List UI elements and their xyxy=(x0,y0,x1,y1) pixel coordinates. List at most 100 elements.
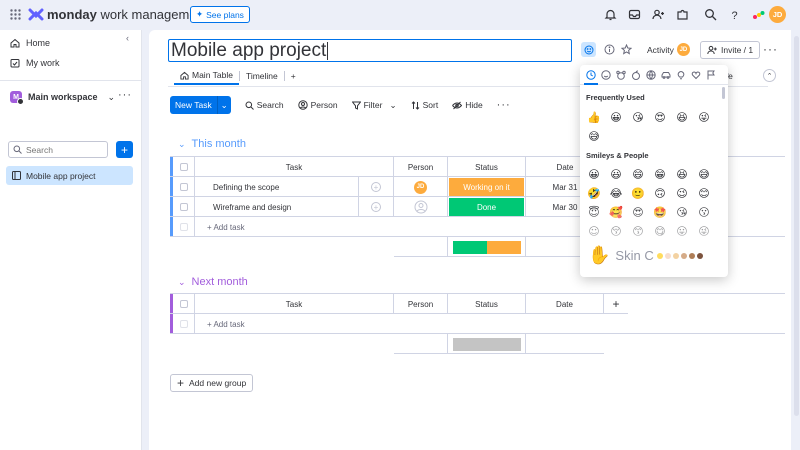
tab-main-table[interactable]: Main Table xyxy=(174,67,239,85)
add-new-group-button[interactable]: + Add new group xyxy=(170,374,254,392)
symbols-icon[interactable] xyxy=(689,68,702,81)
user-avatar[interactable]: JD xyxy=(769,6,786,23)
emoji-option[interactable]: 👍 xyxy=(586,109,602,125)
row-checkbox[interactable] xyxy=(173,314,195,334)
hide-button[interactable]: Hide xyxy=(452,100,483,110)
add-item-button[interactable]: + xyxy=(116,141,133,158)
chevron-down-icon[interactable]: ⌄ xyxy=(178,277,186,288)
emoji-picker-button[interactable] xyxy=(581,42,596,57)
sidebar-item-my-work[interactable]: My work xyxy=(10,58,60,68)
column-header-person[interactable]: Person xyxy=(394,294,448,314)
help-icon[interactable]: ? xyxy=(728,8,742,22)
sort-button[interactable]: Sort xyxy=(411,100,438,110)
collapse-header-button[interactable]: ⌃ xyxy=(763,69,776,82)
skin-tone-option[interactable] xyxy=(656,252,663,259)
collapse-sidebar-button[interactable]: ‹ xyxy=(126,33,138,45)
column-header-person[interactable]: Person xyxy=(394,157,448,177)
animal-icon[interactable] xyxy=(614,68,627,81)
sidebar-item-home[interactable]: Home xyxy=(10,38,50,48)
emoji-option[interactable]: 😅 xyxy=(696,166,712,182)
star-icon[interactable] xyxy=(621,44,632,55)
travel-car-icon[interactable] xyxy=(659,68,672,81)
status-cell[interactable]: Done xyxy=(448,197,526,217)
status-cell[interactable]: Working on it xyxy=(448,177,526,197)
emoji-option[interactable]: 😆 xyxy=(674,109,690,125)
emoji-option[interactable]: 😁 xyxy=(652,166,668,182)
skin-tone-option[interactable] xyxy=(664,252,671,259)
recent-clock-icon[interactable] xyxy=(584,68,597,81)
emoji-option[interactable]: 🙃 xyxy=(652,185,668,201)
emoji-option[interactable]: 😄 xyxy=(630,166,646,182)
add-view-button[interactable]: + xyxy=(285,67,302,85)
emoji-option[interactable]: 😀 xyxy=(608,109,624,125)
skin-tone-option[interactable] xyxy=(688,252,695,259)
add-update-button[interactable]: + xyxy=(359,177,394,197)
info-icon[interactable] xyxy=(604,44,615,55)
emoji-option[interactable]: 🙂 xyxy=(630,185,646,201)
task-name[interactable]: Wireframe and design xyxy=(195,197,359,217)
search-icon[interactable] xyxy=(704,8,718,22)
tab-timeline[interactable]: Timeline xyxy=(240,67,284,85)
bell-icon[interactable] xyxy=(604,8,618,22)
apps-grid-icon[interactable] xyxy=(10,9,21,20)
invite-button[interactable]: Invite / 1 xyxy=(700,41,761,59)
chevron-down-icon[interactable]: ⌄ xyxy=(178,139,186,150)
page-scrollbar-thumb[interactable] xyxy=(794,36,799,416)
emoji-option[interactable]: 😜 xyxy=(696,109,712,125)
new-task-button[interactable]: New Task ⌄ xyxy=(170,96,231,114)
sidebar-search-field[interactable] xyxy=(8,141,108,158)
emoji-option[interactable]: 😂 xyxy=(608,185,624,201)
emoji-option[interactable]: 😘 xyxy=(630,109,646,125)
workspace-selector[interactable]: M Main workspace ⌄ xyxy=(10,91,115,105)
smiley-icon[interactable] xyxy=(599,68,612,81)
board-more-icon[interactable]: ··· xyxy=(763,42,778,56)
emoji-option[interactable]: 😆 xyxy=(674,166,690,182)
board-title-input[interactable]: Mobile app project xyxy=(168,39,572,62)
column-header-status[interactable]: Status xyxy=(448,294,526,314)
emoji-option[interactable]: 😃 xyxy=(608,166,624,182)
emoji-option[interactable]: 😊 xyxy=(696,185,712,201)
sidebar-item-mobile-app-project[interactable]: Mobile app project xyxy=(6,166,133,185)
add-update-button[interactable]: + xyxy=(359,197,394,217)
flags-icon[interactable] xyxy=(704,68,717,81)
column-header-date[interactable]: Date xyxy=(526,294,604,314)
search-button[interactable]: Search xyxy=(245,100,284,110)
emoji-option[interactable]: 😉 xyxy=(674,185,690,201)
monday-products-icon[interactable] xyxy=(752,8,766,22)
select-all-checkbox[interactable] xyxy=(173,294,195,314)
column-header-task[interactable]: Task xyxy=(195,294,394,314)
row-checkbox[interactable] xyxy=(173,177,195,197)
food-icon[interactable] xyxy=(629,68,642,81)
filter-button[interactable]: Filter ⌄ xyxy=(351,100,397,111)
person-cell[interactable] xyxy=(394,197,448,217)
group-title-next-month[interactable]: ⌄ Next month xyxy=(178,276,248,288)
emoji-scrollbar[interactable] xyxy=(722,87,725,99)
emoji-option[interactable]: 😀 xyxy=(586,166,602,182)
column-header-status[interactable]: Status xyxy=(448,157,526,177)
workspace-more-icon[interactable]: ··· xyxy=(118,89,132,101)
inbox-icon[interactable] xyxy=(628,8,642,22)
add-column-button[interactable]: + xyxy=(604,294,628,314)
column-header-task[interactable]: Task xyxy=(195,157,394,177)
row-checkbox[interactable] xyxy=(173,217,195,237)
person-filter-button[interactable]: Person xyxy=(297,100,338,110)
row-checkbox[interactable] xyxy=(173,197,195,217)
add-task-input[interactable]: + Add task xyxy=(195,314,785,334)
skin-tone-option[interactable] xyxy=(680,252,687,259)
activity-button[interactable]: Activity JD xyxy=(647,43,690,56)
see-plans-button[interactable]: ✦ See plans xyxy=(190,6,250,23)
table-row[interactable]: Defining the scope + JD Working on it Ma… xyxy=(170,177,604,197)
skin-tone-option[interactable] xyxy=(696,252,703,259)
emoji-option[interactable]: 😍 xyxy=(652,109,668,125)
activity-ball-icon[interactable] xyxy=(644,68,657,81)
apps-puzzle-icon[interactable] xyxy=(676,8,690,22)
group-title-this-month[interactable]: ⌄ This month xyxy=(178,138,246,150)
task-name[interactable]: Defining the scope xyxy=(195,177,359,197)
chevron-down-icon[interactable]: ⌄ xyxy=(218,96,231,114)
table-row[interactable]: Wireframe and design + Done Mar 30 xyxy=(170,197,604,217)
objects-bulb-icon[interactable] xyxy=(674,68,687,81)
person-cell[interactable]: JD xyxy=(394,177,448,197)
select-all-checkbox[interactable] xyxy=(173,157,195,177)
emoji-option[interactable]: 🤣 xyxy=(586,185,602,201)
sidebar-search-input[interactable] xyxy=(26,144,106,155)
